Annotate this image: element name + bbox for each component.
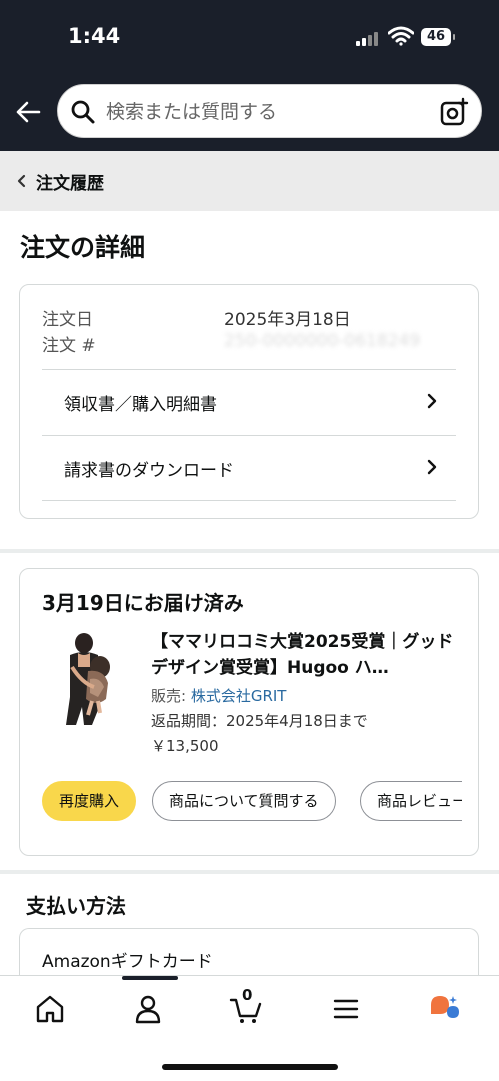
- cellular-signal-icon: [356, 30, 380, 46]
- page-title: 注文の詳細: [20, 233, 146, 262]
- search-header: [0, 76, 499, 151]
- chevron-right-icon: [427, 393, 437, 409]
- order-number-value: 250-0000000-0618249: [224, 331, 421, 351]
- divider-line: [42, 500, 456, 501]
- return-period: 返品期間：2025年4月18日まで: [151, 712, 368, 730]
- menu-icon[interactable]: [329, 992, 363, 1026]
- price: ￥13,500: [151, 737, 219, 755]
- buy-again-button[interactable]: 再度購入: [42, 781, 137, 821]
- cart-button[interactable]: 0: [229, 986, 263, 1026]
- receipt-link[interactable]: 領収書／購入明細書: [42, 369, 456, 433]
- breadcrumb-label[interactable]: 注文履歴: [36, 169, 104, 194]
- section-divider: [0, 870, 499, 874]
- order-date-value: 2025年3月18日: [224, 310, 351, 330]
- product-image[interactable]: [54, 627, 124, 727]
- seller-info: 販売: 株式会社GRIT: [151, 685, 286, 706]
- status-bar: 1:44 46: [0, 0, 499, 76]
- search-input[interactable]: [104, 85, 428, 139]
- search-box[interactable]: [57, 84, 482, 139]
- home-indicator: [162, 1064, 338, 1070]
- seller-link[interactable]: 株式会社GRIT: [191, 687, 287, 705]
- payment-method: Amazonギフトカード: [42, 952, 213, 972]
- chevron-left-icon: [17, 174, 26, 188]
- order-date-label: 注文日: [42, 310, 93, 330]
- action-button-strip[interactable]: 再度購入 商品について質問する 商品レビュー: [42, 781, 462, 823]
- payment-section-title: 支払い方法: [26, 894, 126, 918]
- rufus-assistant-icon[interactable]: [428, 992, 462, 1026]
- ask-product-question-button[interactable]: 商品について質問する: [152, 781, 336, 821]
- delivery-status: 3月19日にお届け済み: [42, 591, 244, 615]
- active-tab-indicator: [122, 976, 178, 980]
- order-info-card: 注文日 2025年3月18日 注文 # 250-0000000-0618249 …: [19, 284, 479, 519]
- camera-search-icon[interactable]: [439, 97, 469, 127]
- account-icon[interactable]: [131, 992, 165, 1026]
- receipt-link-label: 領収書／購入明細書: [64, 395, 217, 415]
- battery-icon: 46: [421, 28, 455, 46]
- product-review-button[interactable]: 商品レビュー: [360, 781, 462, 821]
- chevron-right-icon: [427, 459, 437, 475]
- cart-count: 0: [242, 986, 253, 1004]
- seller-label: 販売:: [151, 687, 191, 705]
- invoice-download-link[interactable]: 請求書のダウンロード: [42, 435, 456, 499]
- wifi-icon: [388, 26, 414, 46]
- search-icon: [71, 100, 95, 124]
- status-time: 1:44: [68, 24, 121, 48]
- section-divider: [0, 549, 499, 553]
- shipment-card: 3月19日にお届け済み 【ママリロコミ大賞2025受賞｜グッドデザイン賞受賞】H…: [19, 568, 479, 856]
- back-arrow-icon[interactable]: [14, 98, 42, 126]
- order-number-label: 注文 #: [42, 336, 96, 356]
- home-icon[interactable]: [33, 992, 67, 1026]
- breadcrumb[interactable]: 注文履歴: [0, 151, 499, 211]
- product-title[interactable]: 【ママリロコミ大賞2025受賞｜グッドデザイン賞受賞】Hugoo ハ…: [151, 629, 461, 681]
- invoice-download-label: 請求書のダウンロード: [64, 461, 234, 481]
